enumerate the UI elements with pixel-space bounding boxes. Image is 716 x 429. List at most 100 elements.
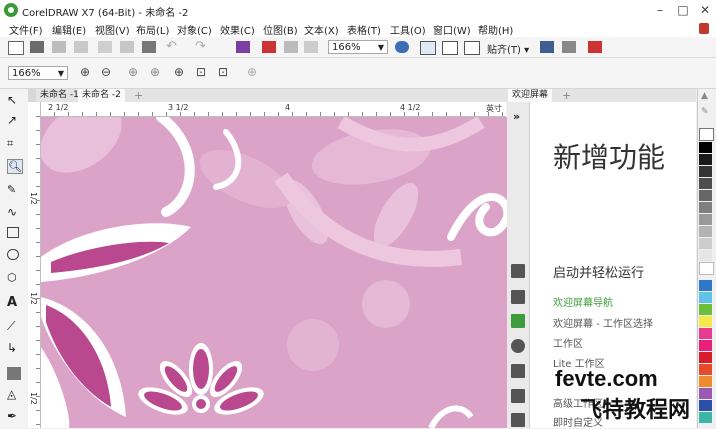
color-swatch[interactable] — [699, 388, 712, 399]
rectangle-tool-icon[interactable] — [7, 227, 19, 238]
color-swatch[interactable] — [699, 190, 712, 201]
connector-tool-icon[interactable]: ↳ — [7, 341, 21, 355]
menu-tools[interactable]: 工具(O) — [390, 22, 426, 37]
color-swatch[interactable] — [699, 214, 712, 225]
workspace-select-link[interactable]: 欢迎屏幕 - 工作区选择 — [553, 315, 653, 330]
tab-untitled-2[interactable]: 未命名 -2 — [78, 89, 125, 102]
welcome-screen-icon[interactable] — [588, 41, 602, 53]
zoom-in-icon[interactable]: ⊕ — [80, 65, 90, 79]
add-docker-icon[interactable]: + — [562, 89, 571, 102]
tab-welcome-screen[interactable]: 欢迎屏幕 — [508, 89, 553, 102]
color-swatch[interactable] — [699, 292, 712, 303]
workspace-link[interactable]: 工作区 — [553, 335, 583, 350]
zoom-all-objects-icon[interactable]: ⊕ — [150, 65, 160, 79]
color-swatch[interactable] — [699, 340, 712, 351]
maximize-button[interactable]: □ — [672, 2, 694, 18]
color-swatch[interactable] — [699, 280, 712, 291]
color-swatch[interactable] — [699, 364, 712, 375]
polygon-tool-icon[interactable]: ⬡ — [7, 271, 21, 284]
print-icon[interactable] — [74, 41, 88, 53]
welcome-nav-link[interactable]: 欢迎屏幕导航 — [553, 294, 613, 309]
search-content-icon[interactable] — [236, 41, 250, 53]
minimize-button[interactable]: – — [649, 2, 671, 18]
import-icon[interactable] — [262, 41, 276, 53]
zoom-combo[interactable]: 166% ▼ — [8, 66, 68, 80]
redo-icon[interactable]: ↷ — [195, 39, 206, 54]
show-rulers-icon[interactable] — [420, 41, 436, 55]
zoom-tool-icon[interactable]: 🔍︎ — [7, 159, 23, 174]
shape-tool-icon[interactable]: ↗ — [7, 113, 21, 127]
zoom-out-icon[interactable]: ⊖ — [101, 65, 111, 79]
color-swatch[interactable] — [699, 412, 712, 423]
new-document-icon[interactable] — [8, 41, 24, 55]
crop-tool-icon[interactable]: ⌗ — [7, 137, 21, 150]
color-swatch[interactable] — [699, 328, 712, 339]
menu-layout[interactable]: 布局(L) — [136, 22, 169, 37]
color-swatch[interactable] — [699, 238, 712, 249]
menu-effects[interactable]: 效果(C) — [220, 22, 255, 37]
show-guidelines-icon[interactable] — [464, 41, 480, 55]
monitor-icon[interactable] — [511, 290, 525, 304]
options-icon[interactable] — [540, 41, 554, 53]
user-icon[interactable] — [699, 23, 709, 34]
parallel-dimension-icon[interactable]: ⟋ — [7, 319, 21, 333]
menu-window[interactable]: 窗口(W) — [433, 22, 471, 37]
show-grid-icon[interactable] — [442, 41, 458, 55]
open-folder-icon[interactable] — [30, 41, 44, 53]
add-icon[interactable]: ⊕ — [247, 65, 257, 79]
collapse-docker-icon[interactable]: » — [513, 110, 520, 123]
tips-icon[interactable] — [511, 413, 525, 427]
copy-icon[interactable] — [120, 41, 134, 53]
zoom-page-height-icon[interactable]: ⊡ — [218, 65, 228, 79]
text-tool-icon[interactable]: A — [7, 295, 21, 310]
color-swatch[interactable] — [699, 202, 712, 213]
menu-object[interactable]: 对象(C) — [177, 22, 212, 37]
color-swatch[interactable] — [699, 352, 712, 363]
tab-untitled-1[interactable]: 未命名 -1 — [36, 89, 83, 102]
freehand-tool-icon[interactable]: ✎ — [7, 183, 21, 196]
publish-pdf-icon[interactable] — [304, 41, 318, 53]
gallery-icon[interactable] — [511, 364, 525, 378]
play-icon[interactable] — [511, 264, 525, 278]
cut-icon[interactable] — [98, 41, 112, 53]
color-swatch[interactable] — [699, 226, 712, 237]
color-swatch[interactable] — [699, 316, 712, 327]
info-icon[interactable] — [511, 339, 525, 353]
color-swatch[interactable] — [699, 166, 712, 177]
menu-help[interactable]: 帮助(H) — [478, 22, 513, 37]
full-screen-preview-icon[interactable] — [395, 41, 409, 53]
zoom-level-combo[interactable]: 166% ▼ — [328, 40, 388, 54]
menu-bitmaps[interactable]: 位图(B) — [263, 22, 298, 37]
menu-edit[interactable]: 编辑(E) — [52, 22, 86, 37]
zoom-page-width-icon[interactable]: ⊡ — [196, 65, 206, 79]
close-button[interactable]: ✕ — [694, 2, 716, 18]
menu-view[interactable]: 视图(V) — [95, 22, 130, 37]
transparency-icon[interactable]: ◬ — [7, 387, 21, 401]
whats-new-icon[interactable] — [511, 314, 525, 328]
export-icon[interactable] — [284, 41, 298, 53]
ellipse-tool-icon[interactable] — [7, 249, 19, 260]
eyedropper-tool-icon[interactable]: ✒ — [7, 409, 21, 423]
drop-shadow-icon[interactable] — [7, 367, 21, 380]
color-swatch[interactable] — [699, 262, 714, 275]
undo-icon[interactable]: ↶ — [166, 39, 177, 54]
paste-icon[interactable] — [142, 41, 156, 53]
no-color-swatch[interactable] — [699, 128, 714, 141]
drawing-canvas[interactable] — [41, 117, 507, 428]
color-swatch[interactable] — [699, 304, 712, 315]
color-swatch[interactable] — [699, 376, 712, 387]
add-tab-icon[interactable]: + — [134, 89, 143, 102]
color-swatch[interactable] — [699, 154, 712, 165]
download-icon[interactable] — [511, 389, 525, 403]
application-launcher-icon[interactable] — [562, 41, 576, 53]
snap-to-dropdown[interactable]: 贴齐(T) ▾ — [487, 41, 529, 56]
palette-eyedropper-icon[interactable]: ✎ — [701, 107, 709, 117]
zoom-page-icon[interactable]: ⊕ — [174, 65, 184, 79]
artistic-media-icon[interactable]: ∿ — [7, 205, 21, 219]
menu-table[interactable]: 表格(T) — [347, 22, 381, 37]
color-swatch[interactable] — [699, 250, 712, 261]
color-swatch[interactable] — [699, 400, 712, 411]
menu-text[interactable]: 文本(X) — [304, 22, 339, 37]
zoom-selected-icon[interactable]: ⊕ — [128, 65, 138, 79]
menu-file[interactable]: 文件(F) — [9, 22, 43, 37]
